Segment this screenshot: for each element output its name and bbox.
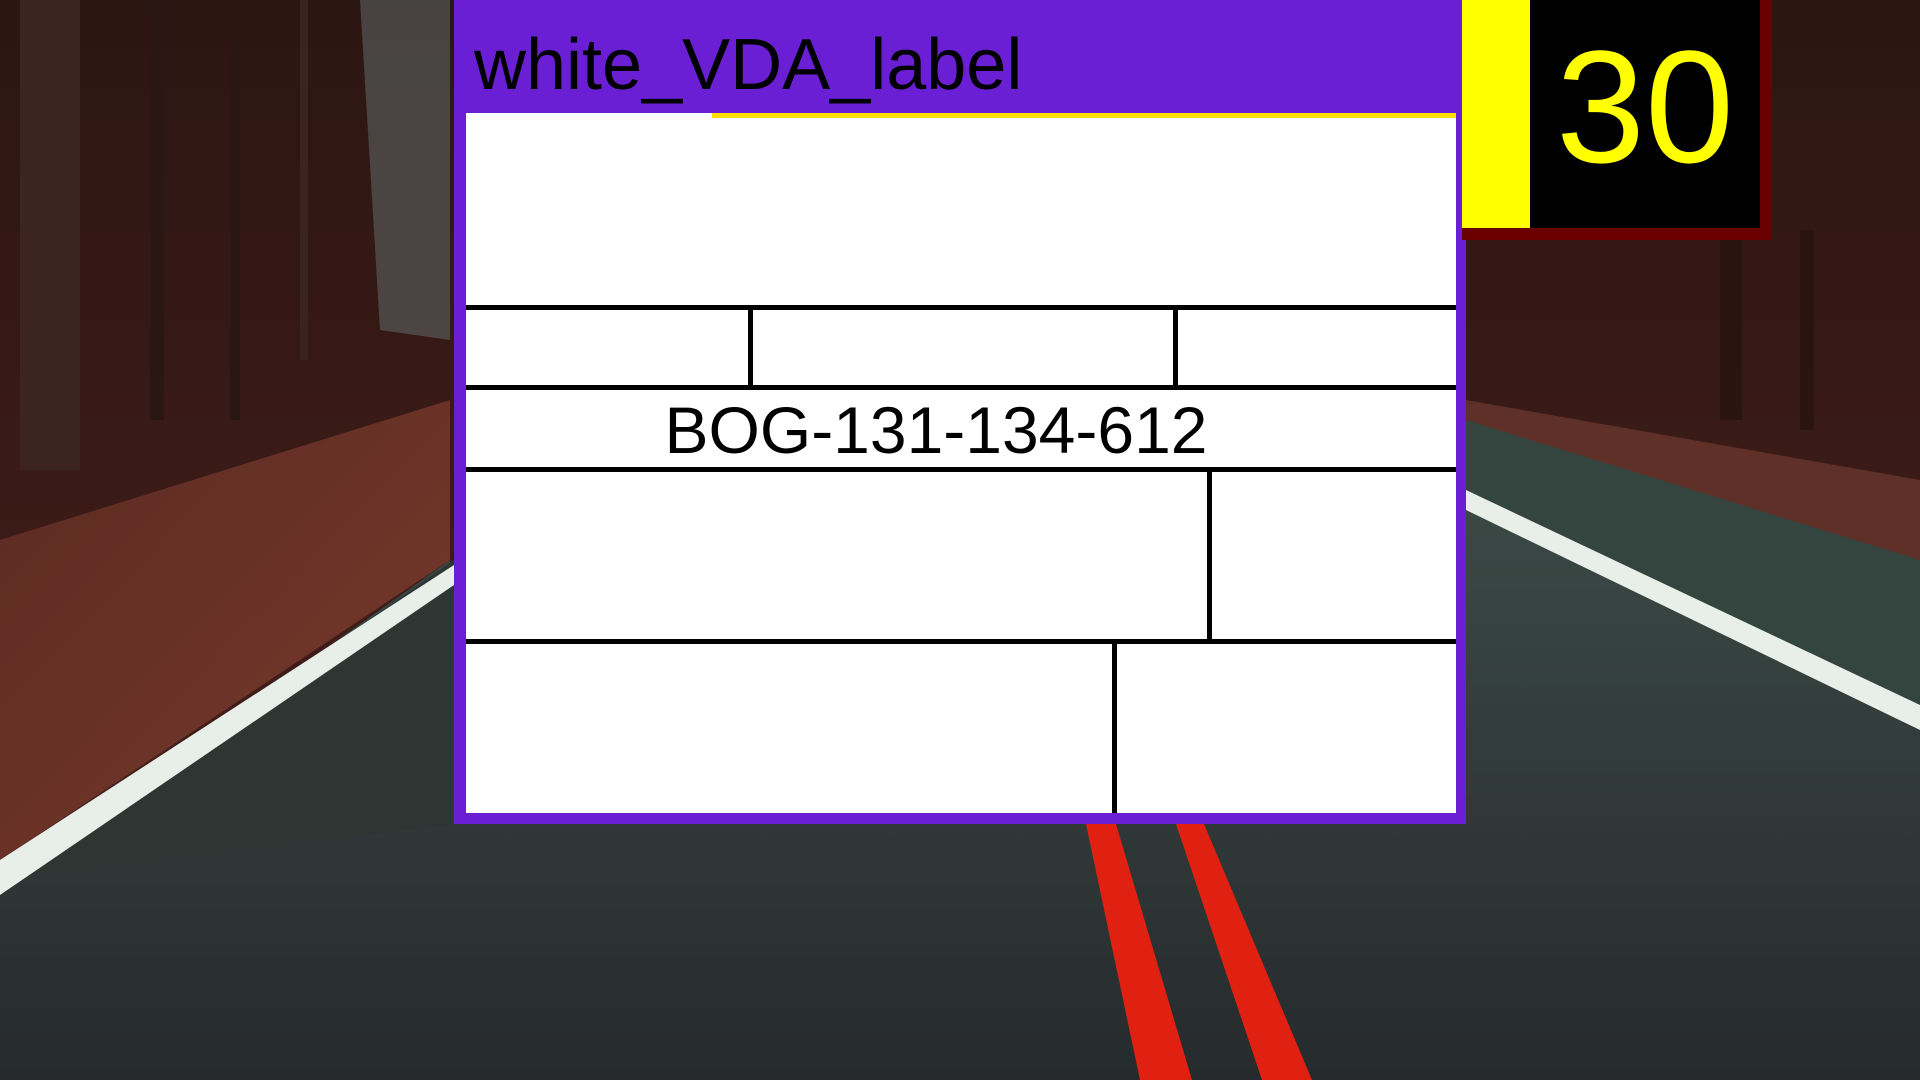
label-title: white_VDA_label [474,25,1023,105]
label-field [1212,472,1456,639]
label-header-field [466,118,1456,305]
label-field [466,644,1112,813]
label-field [1117,644,1456,813]
label-row-divider [466,385,1456,390]
screen: white_VDA_label BOG-131-134-612 30 [0,0,1920,1080]
speed-value: 30 [1556,17,1734,196]
vda-label-window: white_VDA_label BOG-131-134-612 [454,0,1466,824]
speed-badge: 30 [1462,0,1772,240]
speed-panel: 30 [1530,0,1760,228]
label-card: BOG-131-134-612 [466,113,1456,813]
label-field [466,310,748,385]
label-field [1178,310,1456,385]
speed-badge-accent [1462,0,1530,228]
label-field [753,310,1173,385]
label-code: BOG-131-134-612 [664,393,1208,467]
label-field [466,472,1207,639]
